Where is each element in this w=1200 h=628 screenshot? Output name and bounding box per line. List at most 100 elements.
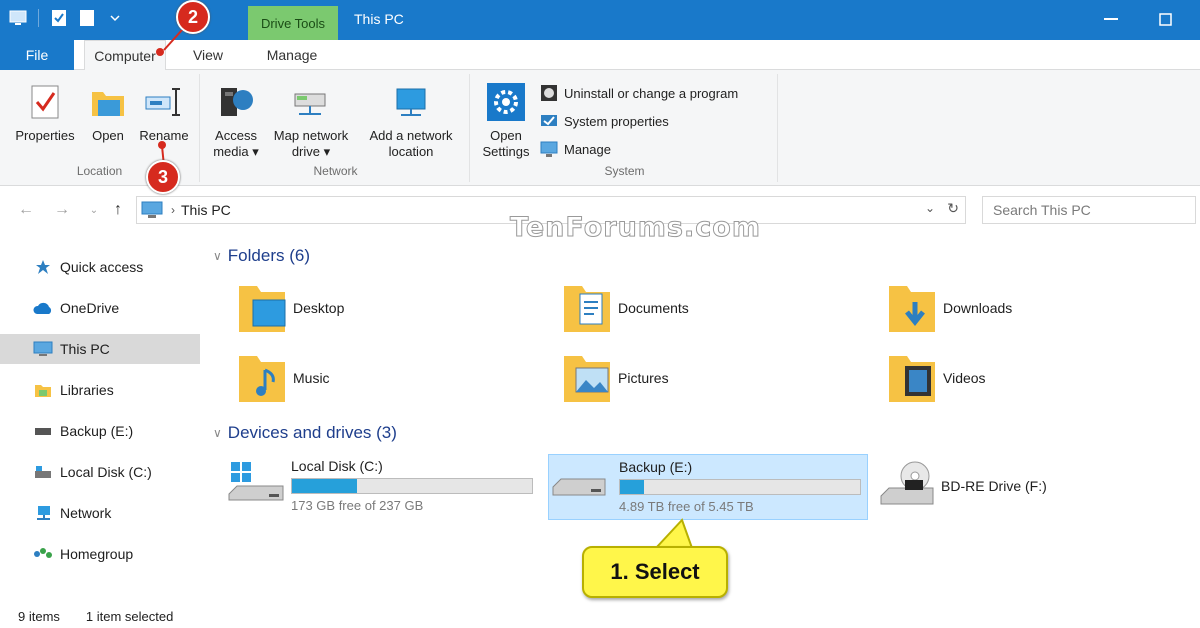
step-2-pointer (163, 30, 183, 51)
manage-computer-icon (540, 141, 558, 157)
ribbon-group-label-system: System (604, 164, 645, 178)
rename-button[interactable]: Rename (134, 74, 194, 144)
drive-bd-re-f[interactable]: BD-RE Drive (F:) (877, 454, 1077, 518)
toolbar-divider (38, 9, 39, 27)
system-properties-icon (541, 115, 557, 126)
system-properties-button[interactable]: System properties (540, 112, 669, 130)
chevron-down-icon: ∨ (213, 426, 222, 440)
music-folder-icon (235, 350, 291, 406)
drive-free-space: 4.89 TB free of 5.45 TB (619, 499, 754, 514)
properties-button[interactable]: Properties (8, 74, 82, 144)
recent-locations-chevron-icon[interactable]: ⌄ (84, 200, 104, 220)
settings-gear-icon (486, 82, 526, 122)
drive-tools-context-tab[interactable]: Drive Tools (248, 6, 338, 40)
status-bar: 9 items 1 item selected (0, 604, 1200, 628)
folder-label: Documents (618, 300, 689, 316)
window-title: This PC (354, 11, 404, 27)
documents-folder-icon (560, 280, 616, 336)
add-location-label-2: location (388, 144, 434, 159)
open-button[interactable]: Open (84, 74, 132, 144)
uninstall-label: Uninstall or change a program (564, 85, 739, 101)
folder-downloads[interactable]: Downloads (885, 280, 1012, 336)
refresh-icon[interactable]: ↻ (947, 200, 959, 217)
folder-label: Music (293, 370, 330, 386)
tab-computer[interactable]: Computer (84, 40, 166, 71)
folders-section-header[interactable]: ∨ Folders (6) (213, 246, 310, 266)
maximize-icon[interactable] (1152, 8, 1178, 30)
folder-label: Videos (943, 370, 986, 386)
network-drive-icon (291, 82, 331, 122)
nav-item-homegroup[interactable]: Homegroup (0, 539, 200, 569)
folder-label: Desktop (293, 300, 345, 316)
back-arrow-icon[interactable]: ← (16, 200, 36, 220)
network-location-icon (391, 82, 431, 122)
access-media-label-2: media ▾ (213, 144, 259, 159)
nav-item-local-disk-c[interactable]: Local Disk (C:) (0, 457, 200, 487)
manage-button[interactable]: Manage (540, 140, 611, 158)
ribbon: Properties Open Rename Location Access m… (0, 70, 1200, 186)
access-media-button[interactable]: Access media ▾ (208, 74, 264, 160)
nav-item-libraries[interactable]: Libraries (0, 375, 200, 405)
drive-backup-e[interactable]: Backup (E:) 4.89 TB free of 5.45 TB (548, 454, 868, 520)
nav-item-backup-e[interactable]: Backup (E:) (0, 416, 200, 446)
map-network-drive-button[interactable]: Map network drive ▾ (266, 74, 356, 160)
access-media-label-1: Access (215, 128, 257, 143)
explorer-icon[interactable] (8, 8, 28, 28)
folder-music[interactable]: Music (235, 350, 330, 406)
ribbon-group-system: Open Settings Uninstall or change a prog… (472, 74, 778, 182)
nav-item-this-pc[interactable]: This PC (0, 334, 200, 364)
nav-item-label: Local Disk (C:) (60, 464, 152, 480)
add-location-label-1: Add a network (369, 128, 453, 143)
tab-manage[interactable]: Manage (250, 40, 334, 70)
drive-local-disk-c[interactable]: Local Disk (C:) 173 GB free of 237 GB (227, 454, 543, 518)
nav-item-label: Homegroup (60, 546, 134, 562)
drive-icon (32, 426, 54, 436)
quick-access-star-icon (32, 259, 54, 275)
open-settings-button[interactable]: Open Settings (478, 74, 534, 160)
folder-videos[interactable]: Videos (885, 350, 986, 406)
nav-item-onedrive[interactable]: OneDrive (0, 293, 200, 323)
tab-file[interactable]: File (0, 40, 74, 70)
folder-desktop[interactable]: Desktop (235, 280, 344, 336)
drive-usage-fill (292, 479, 357, 493)
breadcrumb-this-pc[interactable]: This PC (181, 202, 231, 218)
map-drive-label-1: Map network (273, 128, 349, 143)
devices-section-header[interactable]: ∨ Devices and drives (3) (213, 423, 397, 443)
up-arrow-icon[interactable]: ↑ (108, 200, 128, 220)
drive-name: Backup (E:) (619, 459, 693, 475)
properties-label: Properties (15, 128, 75, 143)
nav-item-label: Backup (E:) (60, 423, 134, 439)
step-1-callout: 1. Select (582, 546, 728, 598)
uninstall-icon (541, 85, 557, 101)
search-input[interactable]: Search This PC (982, 196, 1196, 224)
step-3-badge: 3 (146, 160, 180, 194)
network-icon (32, 505, 54, 521)
nav-item-quick-access[interactable]: Quick access (0, 252, 200, 282)
open-folder-icon (88, 82, 128, 122)
onedrive-cloud-icon (32, 301, 54, 315)
forward-arrow-icon[interactable]: → (52, 200, 72, 220)
properties-check-icon[interactable] (49, 8, 69, 28)
windows-drive-icon (227, 460, 287, 510)
nav-item-network[interactable]: Network (0, 498, 200, 528)
quick-access-toolbar (8, 8, 125, 28)
homegroup-icon (32, 547, 54, 561)
drive-name: BD-RE Drive (F:) (941, 478, 1047, 494)
drive-usage-fill (620, 480, 644, 494)
media-server-icon (216, 82, 256, 122)
status-item-count: 9 items (18, 608, 60, 624)
add-network-location-button[interactable]: Add a network location (360, 74, 462, 160)
new-folder-icon[interactable] (77, 8, 97, 28)
system-properties-label: System properties (564, 113, 669, 129)
minimize-icon[interactable] (1098, 8, 1124, 30)
qat-dropdown-icon[interactable] (105, 8, 125, 28)
address-dropdown-icon[interactable]: ⌄ (925, 201, 935, 215)
system-drive-icon (32, 465, 54, 479)
map-drive-label-2: drive ▾ (291, 144, 331, 159)
nav-item-label: Quick access (60, 259, 144, 275)
folder-pictures[interactable]: Pictures (560, 350, 669, 406)
nav-item-label: This PC (60, 341, 110, 357)
step-2-marker (156, 48, 164, 56)
folder-documents[interactable]: Documents (560, 280, 689, 336)
uninstall-program-button[interactable]: Uninstall or change a program (540, 84, 738, 102)
